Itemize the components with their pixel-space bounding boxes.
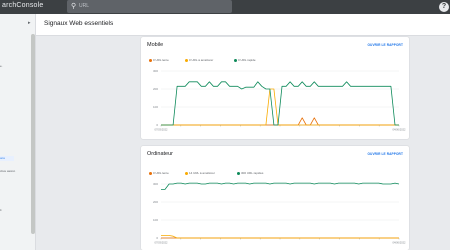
legend-label: 0 URL à améliorer [189,58,214,62]
legend-dot [185,171,188,175]
open-report-link[interactable]: OUVRIR LE RAPPORT [367,43,403,47]
y-tick-label: 200 [153,200,158,204]
sidebar-scrollbar[interactable] [31,34,35,234]
sidebar-item[interactable]: e. [0,64,3,68]
legend-item-poor[interactable]: 0 URL lente [149,171,169,175]
x-tick-label: 07/03/2022 [155,128,169,132]
series-line [161,81,399,126]
legend-dot [149,171,152,175]
y-tick-label: 300 [153,69,158,73]
y-tick-label: 100 [153,218,158,222]
x-tick-label: 07/03/2022 [155,241,169,245]
legend-label: 300 URL rapides [241,171,264,175]
search-input[interactable]: ⚲ URL [67,0,232,13]
y-tick-label: 200 [153,87,158,91]
search-icon: ⚲ [71,3,77,10]
series-line [161,117,399,126]
y-tick-label: 300 [153,182,158,186]
y-tick-label: 100 [153,105,158,109]
legend-label: 0 URL lente [153,58,169,62]
mobile-card: Mobile OUVRIR LE RAPPORT 0 URL lente 0 U… [141,37,409,139]
card-title: Mobile [147,42,164,48]
top-bar: archConsole ⚲ URL ? [0,0,450,14]
y-tick-label: 0 [156,123,158,127]
x-tick-label: 04/06/2022 [393,128,407,132]
legend-label: 0 URL rapide [238,58,256,62]
sidebar-item[interactable]: it [0,208,2,212]
legend-item-needs-improvement[interactable]: 14 URL à améliorer [185,171,215,175]
legend-label: 14 URL à améliorer [189,171,215,175]
legend-item-good[interactable]: 300 URL rapides [237,171,263,175]
sidebar: e. ons ctive assist. it [0,14,36,250]
legend-dot [237,171,240,175]
sidebar-item-active[interactable]: ons [0,156,14,161]
desktop-chart: 300 200 100 007/03/2022 04/06/2022 [153,182,407,245]
legend-dot [234,58,237,62]
app-brand[interactable]: archConsole [2,2,44,9]
legend-dot [185,58,188,62]
sidebar-item[interactable]: ctive assist. [0,169,16,173]
chevron-icon[interactable]: ▸ [28,20,31,26]
open-report-link[interactable]: OUVRIR LE RAPPORT [367,152,403,156]
y-tick-label: 0 [156,236,158,240]
x-tick-label: 04/06/2022 [393,241,407,245]
legend-dot [149,58,152,62]
page-title: Signaux Web essentiels [44,20,114,27]
series-line [161,235,399,239]
legend-item-needs-improvement[interactable]: 0 URL à améliorer [185,58,213,62]
help-icon[interactable]: ? [439,2,449,12]
mobile-chart: 300 200 100 007/03/2022 04/06/2022 [153,69,407,132]
legend-item-good[interactable]: 0 URL rapide [234,58,256,62]
desktop-card: Ordinateur OUVRIR LE RAPPORT 0 URL lente… [141,146,409,250]
search-placeholder: URL [79,3,90,9]
card-title: Ordinateur [147,151,173,157]
legend-label: 0 URL lente [153,171,169,175]
legend-item-poor[interactable]: 0 URL lente [149,58,169,62]
